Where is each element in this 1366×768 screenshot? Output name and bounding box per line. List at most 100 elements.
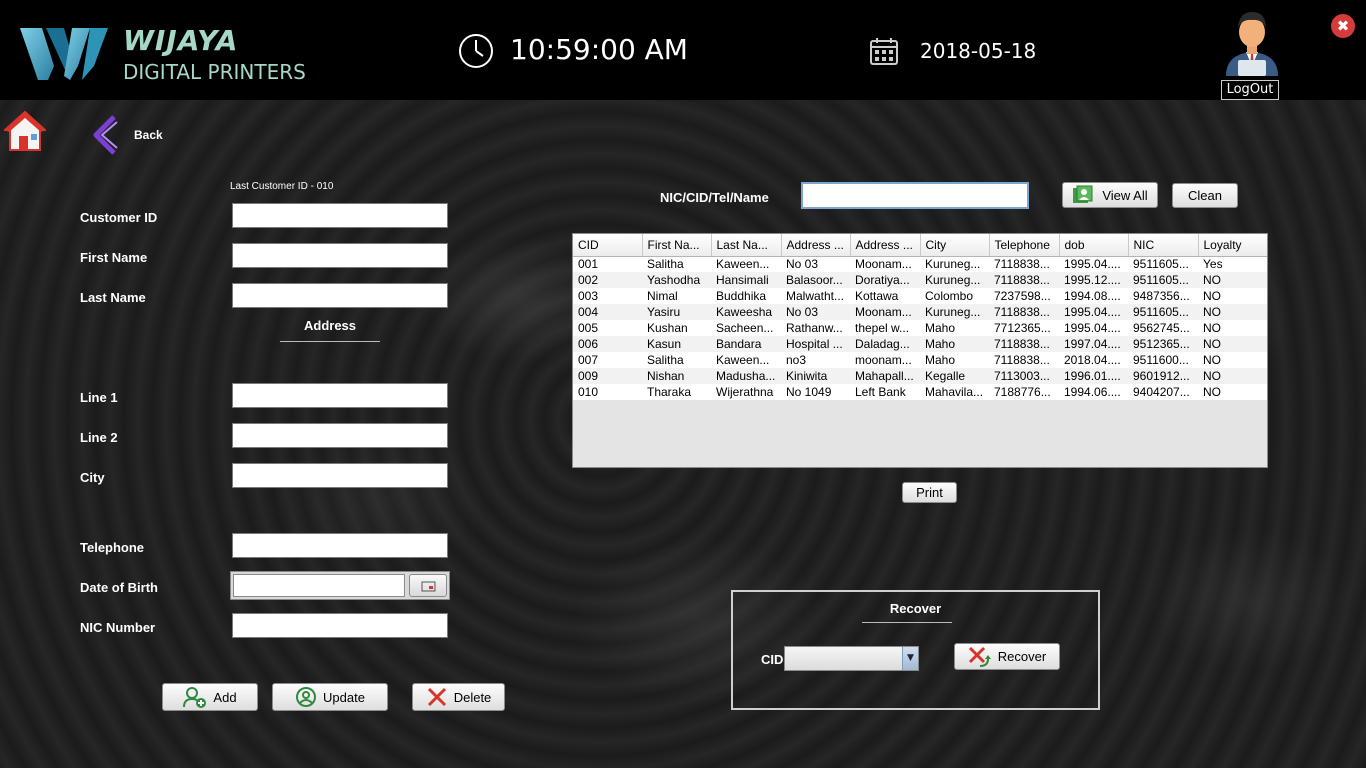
address-line1-field[interactable] — [232, 383, 448, 408]
table-cell: Kaweesha — [711, 304, 781, 320]
table-cell: Yashodha — [642, 272, 711, 288]
print-button[interactable]: Print — [902, 482, 957, 503]
table-row[interactable]: 009 Nishan Madusha... Kiniwita Mahapall... Ke… — [573, 368, 1267, 384]
close-icon[interactable]: ✖ — [1331, 14, 1355, 38]
table-row[interactable]: 007 Salitha Kaween... no3 moonam... Maho 71188… — [573, 352, 1267, 368]
table-cell: Kushan — [642, 320, 711, 336]
table-cell: Hansimali — [711, 272, 781, 288]
table-cell: 003 — [573, 288, 642, 304]
table-cell: 9562745... — [1128, 320, 1198, 336]
table-cell: 7118838... — [989, 304, 1059, 320]
table-cell: 9511605... — [1128, 272, 1198, 288]
column-header[interactable]: CID — [573, 234, 643, 257]
delete-button[interactable]: Delete — [412, 683, 505, 711]
delete-button-label: Delete — [453, 689, 492, 705]
recover-button[interactable]: Recover — [954, 643, 1060, 670]
table-row[interactable]: 003 Nimal Buddhika Malwatht... Kottawa Colomb… — [573, 288, 1267, 304]
logout-button[interactable]: LogOut — [1221, 80, 1279, 100]
column-header[interactable]: Loyalty — [1198, 234, 1267, 257]
update-button-label: Update — [323, 689, 365, 705]
table-cell: 9404207... — [1128, 384, 1198, 400]
table-cell: 7113003... — [989, 368, 1059, 384]
column-header[interactable]: City — [920, 234, 990, 257]
last-customer-id-label: Last Customer ID - 010 — [230, 181, 334, 192]
table-cell: Tharaka — [642, 384, 711, 400]
brand-subtitle: DIGITAL PRINTERS — [123, 60, 306, 84]
table-cell: Wijerathna — [711, 384, 781, 400]
table-row[interactable]: 006 Kasun Bandara Hospital ... Daladag... Mah… — [573, 336, 1267, 352]
calendar-icon — [870, 38, 898, 65]
customer-id-field[interactable] — [232, 203, 448, 228]
column-header[interactable]: Address ... — [850, 234, 921, 257]
column-header[interactable]: NIC — [1128, 234, 1199, 257]
table-cell: 004 — [573, 304, 642, 320]
table-cell: 1995.04.... — [1059, 256, 1128, 272]
table-cell: 7712365... — [989, 320, 1059, 336]
table-cell: Yasiru — [642, 304, 711, 320]
header-bar: WIJAYA DIGITAL PRINTERS 10:59:00 AM 2018… — [0, 0, 1366, 100]
cid-select[interactable]: ▼ — [784, 646, 919, 671]
table-cell: 7188776... — [989, 384, 1059, 400]
recover-icon — [968, 646, 991, 667]
update-button[interactable]: Update — [272, 683, 388, 711]
table-cell: 007 — [573, 352, 642, 368]
table-cell: Kuruneg... — [920, 304, 989, 320]
table-cell: 7118838... — [989, 352, 1059, 368]
table-cell: Daladag... — [850, 336, 920, 352]
dob-field[interactable] — [233, 574, 405, 597]
table-cell: Rathanw... — [781, 320, 850, 336]
table-row[interactable]: 004 Yasiru Kaweesha No 03 Moonam... Kuruneg..… — [573, 304, 1267, 320]
table-cell: No 03 — [781, 304, 850, 320]
table-cell: Kaween... — [711, 352, 781, 368]
table-cell: 1997.04.... — [1059, 336, 1128, 352]
city-field[interactable] — [232, 463, 448, 488]
table-cell: NO — [1198, 304, 1267, 320]
recover-panel: Recover CID ▼ Recover — [731, 590, 1100, 710]
search-label: NIC/CID/Tel/Name — [660, 190, 769, 205]
dob-calendar-button[interactable] — [409, 574, 447, 597]
back-label[interactable]: Back — [134, 128, 163, 142]
header-date: 2018-05-18 — [920, 39, 1037, 63]
table-cell: Nishan — [642, 368, 711, 384]
table-cell: 7118838... — [989, 272, 1059, 288]
column-header[interactable]: Address ... — [781, 234, 851, 257]
table-cell: 9487356... — [1128, 288, 1198, 304]
add-button[interactable]: Add — [162, 683, 258, 711]
address-line2-field[interactable] — [232, 423, 448, 448]
column-header[interactable]: Last Na... — [711, 234, 782, 257]
line1-label: Line 1 — [80, 390, 118, 405]
first-name-label: First Name — [80, 250, 148, 265]
table-cell: No 1049 — [781, 384, 850, 400]
last-name-field[interactable] — [232, 283, 448, 308]
table-cell: Kottawa — [850, 288, 920, 304]
table-header-row: CID First Na... Last Na... Address ... Addre… — [573, 234, 1267, 257]
clean-button[interactable]: Clean — [1172, 183, 1238, 208]
table-cell: 9511600... — [1128, 352, 1198, 368]
home-icon[interactable] — [4, 110, 46, 152]
search-input[interactable] — [801, 182, 1029, 209]
recover-title: Recover — [889, 601, 942, 616]
table-cell: Yes — [1198, 256, 1267, 272]
back-chevron-icon[interactable] — [90, 114, 120, 156]
first-name-field[interactable] — [232, 243, 448, 268]
column-header[interactable]: First Na... — [642, 234, 712, 257]
column-header[interactable]: dob — [1059, 234, 1129, 257]
table-cell: 7237598... — [989, 288, 1059, 304]
table-cell: NO — [1198, 336, 1267, 352]
nic-field[interactable] — [232, 613, 448, 638]
table-cell: 005 — [573, 320, 642, 336]
table-row[interactable]: 001 Salitha Kaween... No 03 Moonam... Kuruneg… — [573, 256, 1267, 272]
table-row[interactable]: 005 Kushan Sacheen... Rathanw... thepel w...… — [573, 320, 1267, 336]
table-cell: Maho — [920, 352, 989, 368]
table-row[interactable]: 010 Tharaka Wijerathna No 1049 Left Bank Maha… — [573, 384, 1267, 400]
view-all-button[interactable]: View All — [1062, 182, 1158, 208]
column-header[interactable]: Telephone — [989, 234, 1060, 257]
customer-table[interactable]: CID First Na... Last Na... Address ... Addre… — [572, 233, 1268, 468]
telephone-field[interactable] — [232, 533, 448, 558]
chevron-down-icon[interactable]: ▼ — [902, 647, 918, 670]
table-cell: Kuruneg... — [920, 272, 989, 288]
last-name-label: Last Name — [80, 290, 146, 305]
table-cell: Mahapall... — [850, 368, 920, 384]
dob-label: Date of Birth — [80, 580, 158, 595]
table-row[interactable]: 002 Yashodha Hansimali Balasoor... Doratiya.… — [573, 272, 1267, 288]
